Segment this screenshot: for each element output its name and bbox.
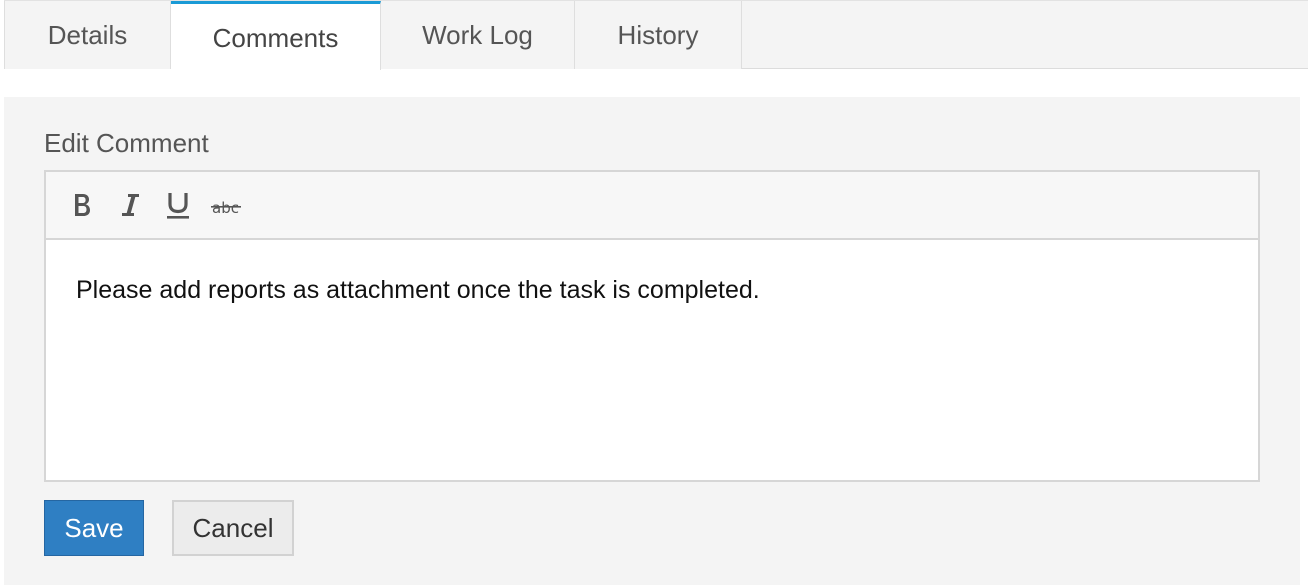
italic-button[interactable] [108,183,152,227]
bold-button[interactable] [60,183,104,227]
tab-bar: Details Comments Work Log History [4,0,1308,70]
tab-bar-top-border [742,0,1308,1]
tab-work-log[interactable]: Work Log [381,1,575,69]
save-button-label: Save [64,512,124,543]
tab-comments-label: Comments [212,22,339,53]
cancel-button-label: Cancel [192,512,274,543]
tab-history[interactable]: History [575,1,742,69]
cancel-button[interactable]: Cancel [172,500,294,556]
underline-icon [165,190,191,220]
tab-bar-filler [742,0,1308,69]
comment-text-area[interactable]: Please add reports as attachment once th… [46,240,1258,340]
strikethrough-button[interactable]: abc [204,183,248,227]
bold-icon [71,191,93,219]
tab-history-label: History [617,19,699,50]
strikethrough-icon: abc [211,193,241,217]
underline-button[interactable] [156,183,200,227]
italic-icon [119,191,141,219]
svg-text:abc: abc [212,199,239,217]
save-button[interactable]: Save [44,500,144,556]
editor-toolbar: abc [46,172,1258,240]
tab-work-log-label: Work Log [422,19,533,50]
comment-editor-page: Details Comments Work Log History Edit C… [0,0,1308,588]
tab-details[interactable]: Details [4,1,171,69]
rich-text-editor: abc Please add reports as attachment onc… [44,170,1260,482]
tab-comments[interactable]: Comments [171,1,381,70]
tab-details-label: Details [47,19,128,50]
panel-title: Edit Comment [44,128,209,158]
edit-comment-panel: Edit Comment abc Please add reports as a… [4,97,1300,585]
